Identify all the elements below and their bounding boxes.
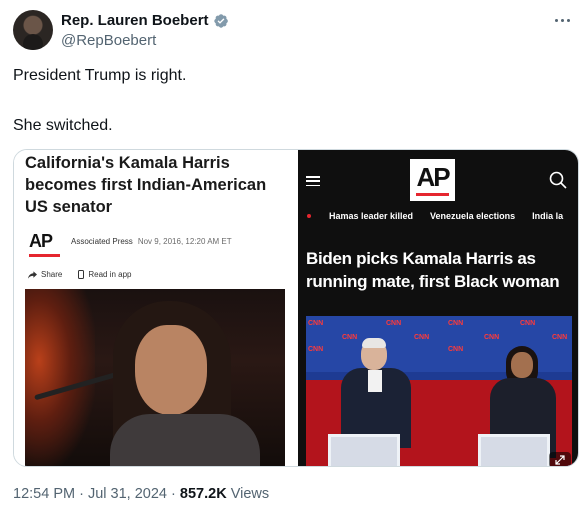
stage-cnn-mark: CNN — [414, 334, 430, 341]
left-article-screenshot[interactable]: California's Kamala Harris becomes first… — [14, 150, 297, 466]
nav-item: Hamas leader killed — [329, 211, 414, 221]
read-in-app-label: Read in app — [88, 270, 132, 279]
debate-stage-photo: CNN CNN CNN CNN CNN CNN CNN CNN CNN CNN — [306, 316, 572, 466]
tweet-text: President Trump is right. She switched. — [13, 66, 573, 136]
tweet-date[interactable]: Jul 31, 2024 — [88, 486, 167, 502]
ap-logo: AP — [29, 231, 53, 251]
news-nav: Hamas leader killed Venezuela elections … — [307, 211, 578, 221]
ap-logo: AP — [410, 159, 455, 201]
share-icon — [28, 270, 37, 279]
verified-badge-icon — [213, 13, 228, 28]
stage-cnn-mark: CNN — [386, 320, 402, 327]
stage-cnn-mark: CNN — [484, 334, 500, 341]
nav-item: Venezuela elections — [430, 211, 516, 221]
tweet-media[interactable]: California's Kamala Harris becomes first… — [13, 149, 579, 467]
podium — [328, 434, 400, 466]
tweet-text-line: She switched. — [13, 117, 113, 134]
tweet-header: Rep. Lauren Boebert @RepBoebert — [13, 10, 575, 54]
right-article-headline: Biden picks Kamala Harris as running mat… — [306, 249, 560, 291]
live-dot — [307, 214, 311, 218]
nav-item: India la — [532, 211, 564, 221]
podium — [478, 434, 550, 466]
stage-cnn-mark: CNN — [308, 346, 324, 353]
article-date: Nov 9, 2016, 12:20 AM ET — [137, 237, 232, 246]
avatar[interactable] — [13, 10, 53, 50]
more-options-icon[interactable] — [551, 12, 573, 28]
share-button: Share — [28, 270, 62, 279]
article-source: Associated Press — [71, 237, 133, 246]
right-article-screenshot[interactable]: AP Hamas leader killed Venezuela electio… — [298, 150, 578, 466]
ap-logo-text: AP — [416, 162, 450, 192]
author-handle[interactable]: @RepBoebert — [61, 32, 156, 49]
views-count: 857.2K — [179, 486, 227, 502]
left-article-headline: California's Kamala Harris becomes first… — [25, 154, 267, 216]
share-label: Share — [41, 270, 63, 279]
ap-logo-underline — [416, 193, 449, 196]
stage-cnn-mark: CNN — [448, 320, 464, 327]
tweet-meta: 12:54 PM · Jul 31, 2024 · 857.2K Views — [13, 486, 269, 502]
menu-icon — [306, 176, 320, 186]
stage-cnn-mark: CNN — [448, 346, 464, 353]
search-icon — [549, 171, 567, 189]
article-byline: Associated Press Nov 9, 2016, 12:20 AM ET — [71, 237, 232, 246]
stage-cnn-mark: CNN — [308, 320, 324, 327]
stage-cnn-mark: CNN — [520, 320, 536, 327]
phone-icon — [78, 270, 85, 279]
kamala-harris-photo — [25, 289, 285, 466]
tweet-text-line: President Trump is right. — [13, 67, 187, 84]
meta-separator: · — [79, 486, 84, 502]
article-actions: Share Read in app — [28, 270, 132, 279]
meta-separator: · — [171, 486, 176, 502]
stage-cnn-mark: CNN — [552, 334, 568, 341]
read-in-app-button: Read in app — [78, 270, 132, 279]
author-name-row: Rep. Lauren Boebert — [61, 12, 229, 29]
tweet-time[interactable]: 12:54 PM — [13, 486, 75, 502]
ap-logo-underline — [29, 254, 60, 257]
author-display-name[interactable]: Rep. Lauren Boebert — [61, 12, 209, 29]
views-label: Views — [230, 486, 270, 502]
expand-icon[interactable] — [549, 452, 571, 466]
